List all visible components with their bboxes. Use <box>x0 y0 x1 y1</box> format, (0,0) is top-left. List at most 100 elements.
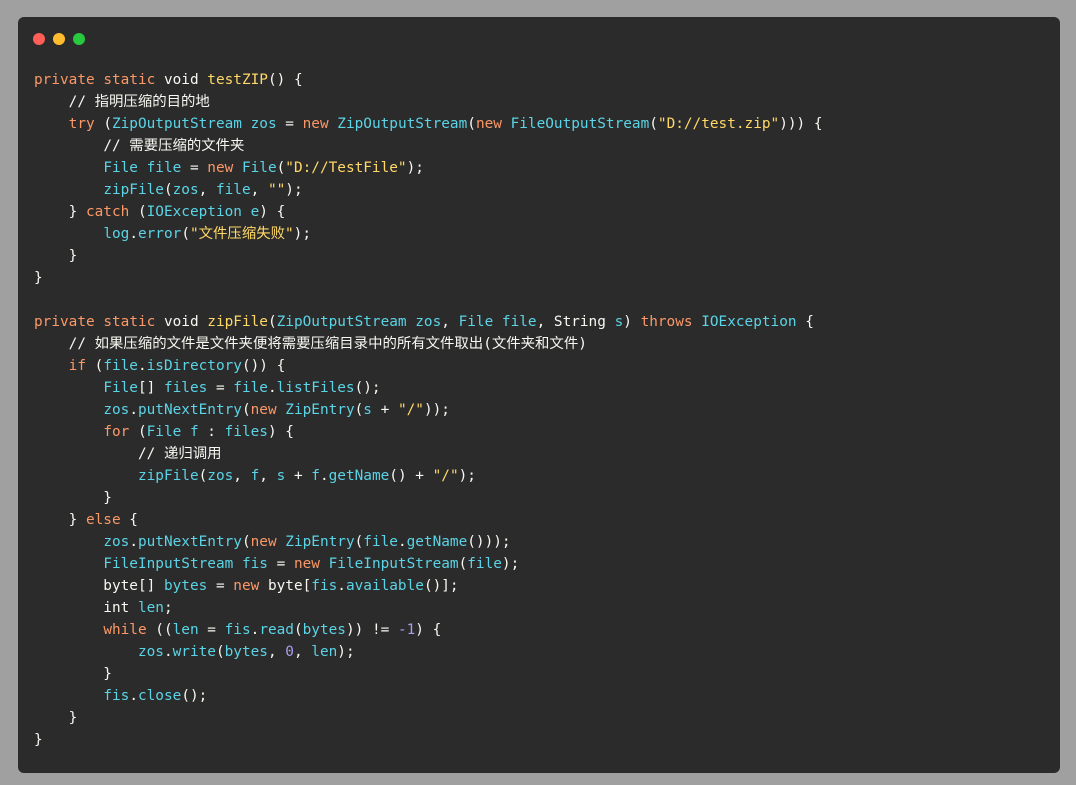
maximize-dot[interactable] <box>73 33 85 45</box>
code-token: ) { <box>415 622 442 638</box>
code-token: , <box>198 182 216 198</box>
code-token: s <box>276 468 286 484</box>
code-token: len <box>172 622 199 638</box>
code-token: [] <box>137 380 164 396</box>
code-token: new <box>302 116 329 132</box>
code-line: int len; <box>34 597 1050 619</box>
code-token: 0 <box>285 644 294 660</box>
code-token: // 递归调用 <box>137 446 222 462</box>
code-token: "" <box>267 182 286 198</box>
code-token: zos <box>172 182 199 198</box>
code-token: ZipOutputStream <box>276 314 407 330</box>
code-token: ( <box>354 534 364 550</box>
code-token: File <box>103 160 138 176</box>
code-line: private static void testZIP() { <box>34 69 1050 91</box>
code-token: ( <box>467 116 476 132</box>
code-token: new <box>293 556 320 572</box>
code-token: ZipEntry <box>285 534 355 550</box>
code-token: int <box>34 600 138 616</box>
code-token: , <box>259 468 277 484</box>
code-token: )); <box>423 402 450 418</box>
code-token: zos <box>137 644 164 660</box>
code-line: File[] files = file.listFiles(); <box>34 377 1050 399</box>
code-token: testZIP <box>207 72 268 88</box>
code-token: ( <box>94 116 112 132</box>
code-token: while <box>103 622 147 638</box>
code-token: f <box>311 468 320 484</box>
code-token: ZipOutputStream <box>111 116 242 132</box>
code-token: zos <box>103 402 130 418</box>
code-token: ( <box>129 204 147 220</box>
code-line: zipFile(zos, file, ""); <box>34 179 1050 201</box>
code-token: ( <box>241 402 251 418</box>
code-token: putNextEntry <box>137 402 242 418</box>
code-token: } <box>34 512 86 528</box>
code-token: s <box>363 402 372 418</box>
code-token: = <box>276 116 303 132</box>
code-token: + <box>371 402 398 418</box>
code-token: { <box>796 314 814 330</box>
code-token: private <box>34 72 95 88</box>
minimize-dot[interactable] <box>53 33 65 45</box>
code-token: ( <box>129 424 147 440</box>
code-token: new <box>233 578 260 594</box>
code-token: file <box>501 314 537 330</box>
close-dot[interactable] <box>33 33 45 45</box>
code-token: files <box>224 424 268 440</box>
code-token: FileInputStream <box>328 556 459 572</box>
code-token: ( <box>85 358 104 374</box>
code-token: = <box>267 556 294 572</box>
code-token: ); <box>293 226 311 242</box>
code-token: void <box>155 72 208 88</box>
code-token: zos <box>415 314 442 330</box>
code-token: (); <box>354 380 381 396</box>
code-block: private static void testZIP() { // 指明压缩的… <box>34 69 1050 751</box>
code-line: zos.putNextEntry(new ZipEntry(file.getNa… <box>34 531 1050 553</box>
code-token: putNextEntry <box>137 534 242 550</box>
code-token: ( <box>276 160 286 176</box>
code-token: ( <box>241 534 251 550</box>
code-token: = <box>207 380 234 396</box>
code-token: } <box>34 270 43 286</box>
code-token: zos <box>207 468 234 484</box>
code-token: { <box>805 116 823 132</box>
code-token: File <box>458 314 494 330</box>
code-token: + <box>285 468 312 484</box>
code-token: . <box>137 358 147 374</box>
code-token: (( <box>146 622 173 638</box>
code-line: fis.close(); <box>34 685 1050 707</box>
code-line: while ((len = fis.read(bytes)) != -1) { <box>34 619 1050 641</box>
code-token: available <box>345 578 424 594</box>
code-token: new <box>207 160 234 176</box>
code-token: . <box>129 402 138 418</box>
code-token: private <box>34 314 95 330</box>
code-line: zos.putNextEntry(new ZipEntry(s + "/")); <box>34 399 1050 421</box>
code-token: ()]; <box>423 578 459 594</box>
code-token: isDirectory <box>146 358 242 374</box>
code-token: new <box>475 116 502 132</box>
code-token: ; <box>163 600 173 616</box>
code-line: private static void zipFile(ZipOutputStr… <box>34 311 1050 333</box>
code-token: . <box>267 380 277 396</box>
code-token: getName <box>328 468 390 484</box>
code-token: File <box>241 160 277 176</box>
code-token: new <box>250 402 277 418</box>
code-token: // 如果压缩的文件是文件夹便将需要压缩目录中的所有文件取出(文件夹和文件) <box>68 336 587 352</box>
code-token: read <box>259 622 294 638</box>
code-token: listFiles <box>276 380 355 396</box>
code-token: "/" <box>432 468 459 484</box>
code-token: file <box>363 534 398 550</box>
